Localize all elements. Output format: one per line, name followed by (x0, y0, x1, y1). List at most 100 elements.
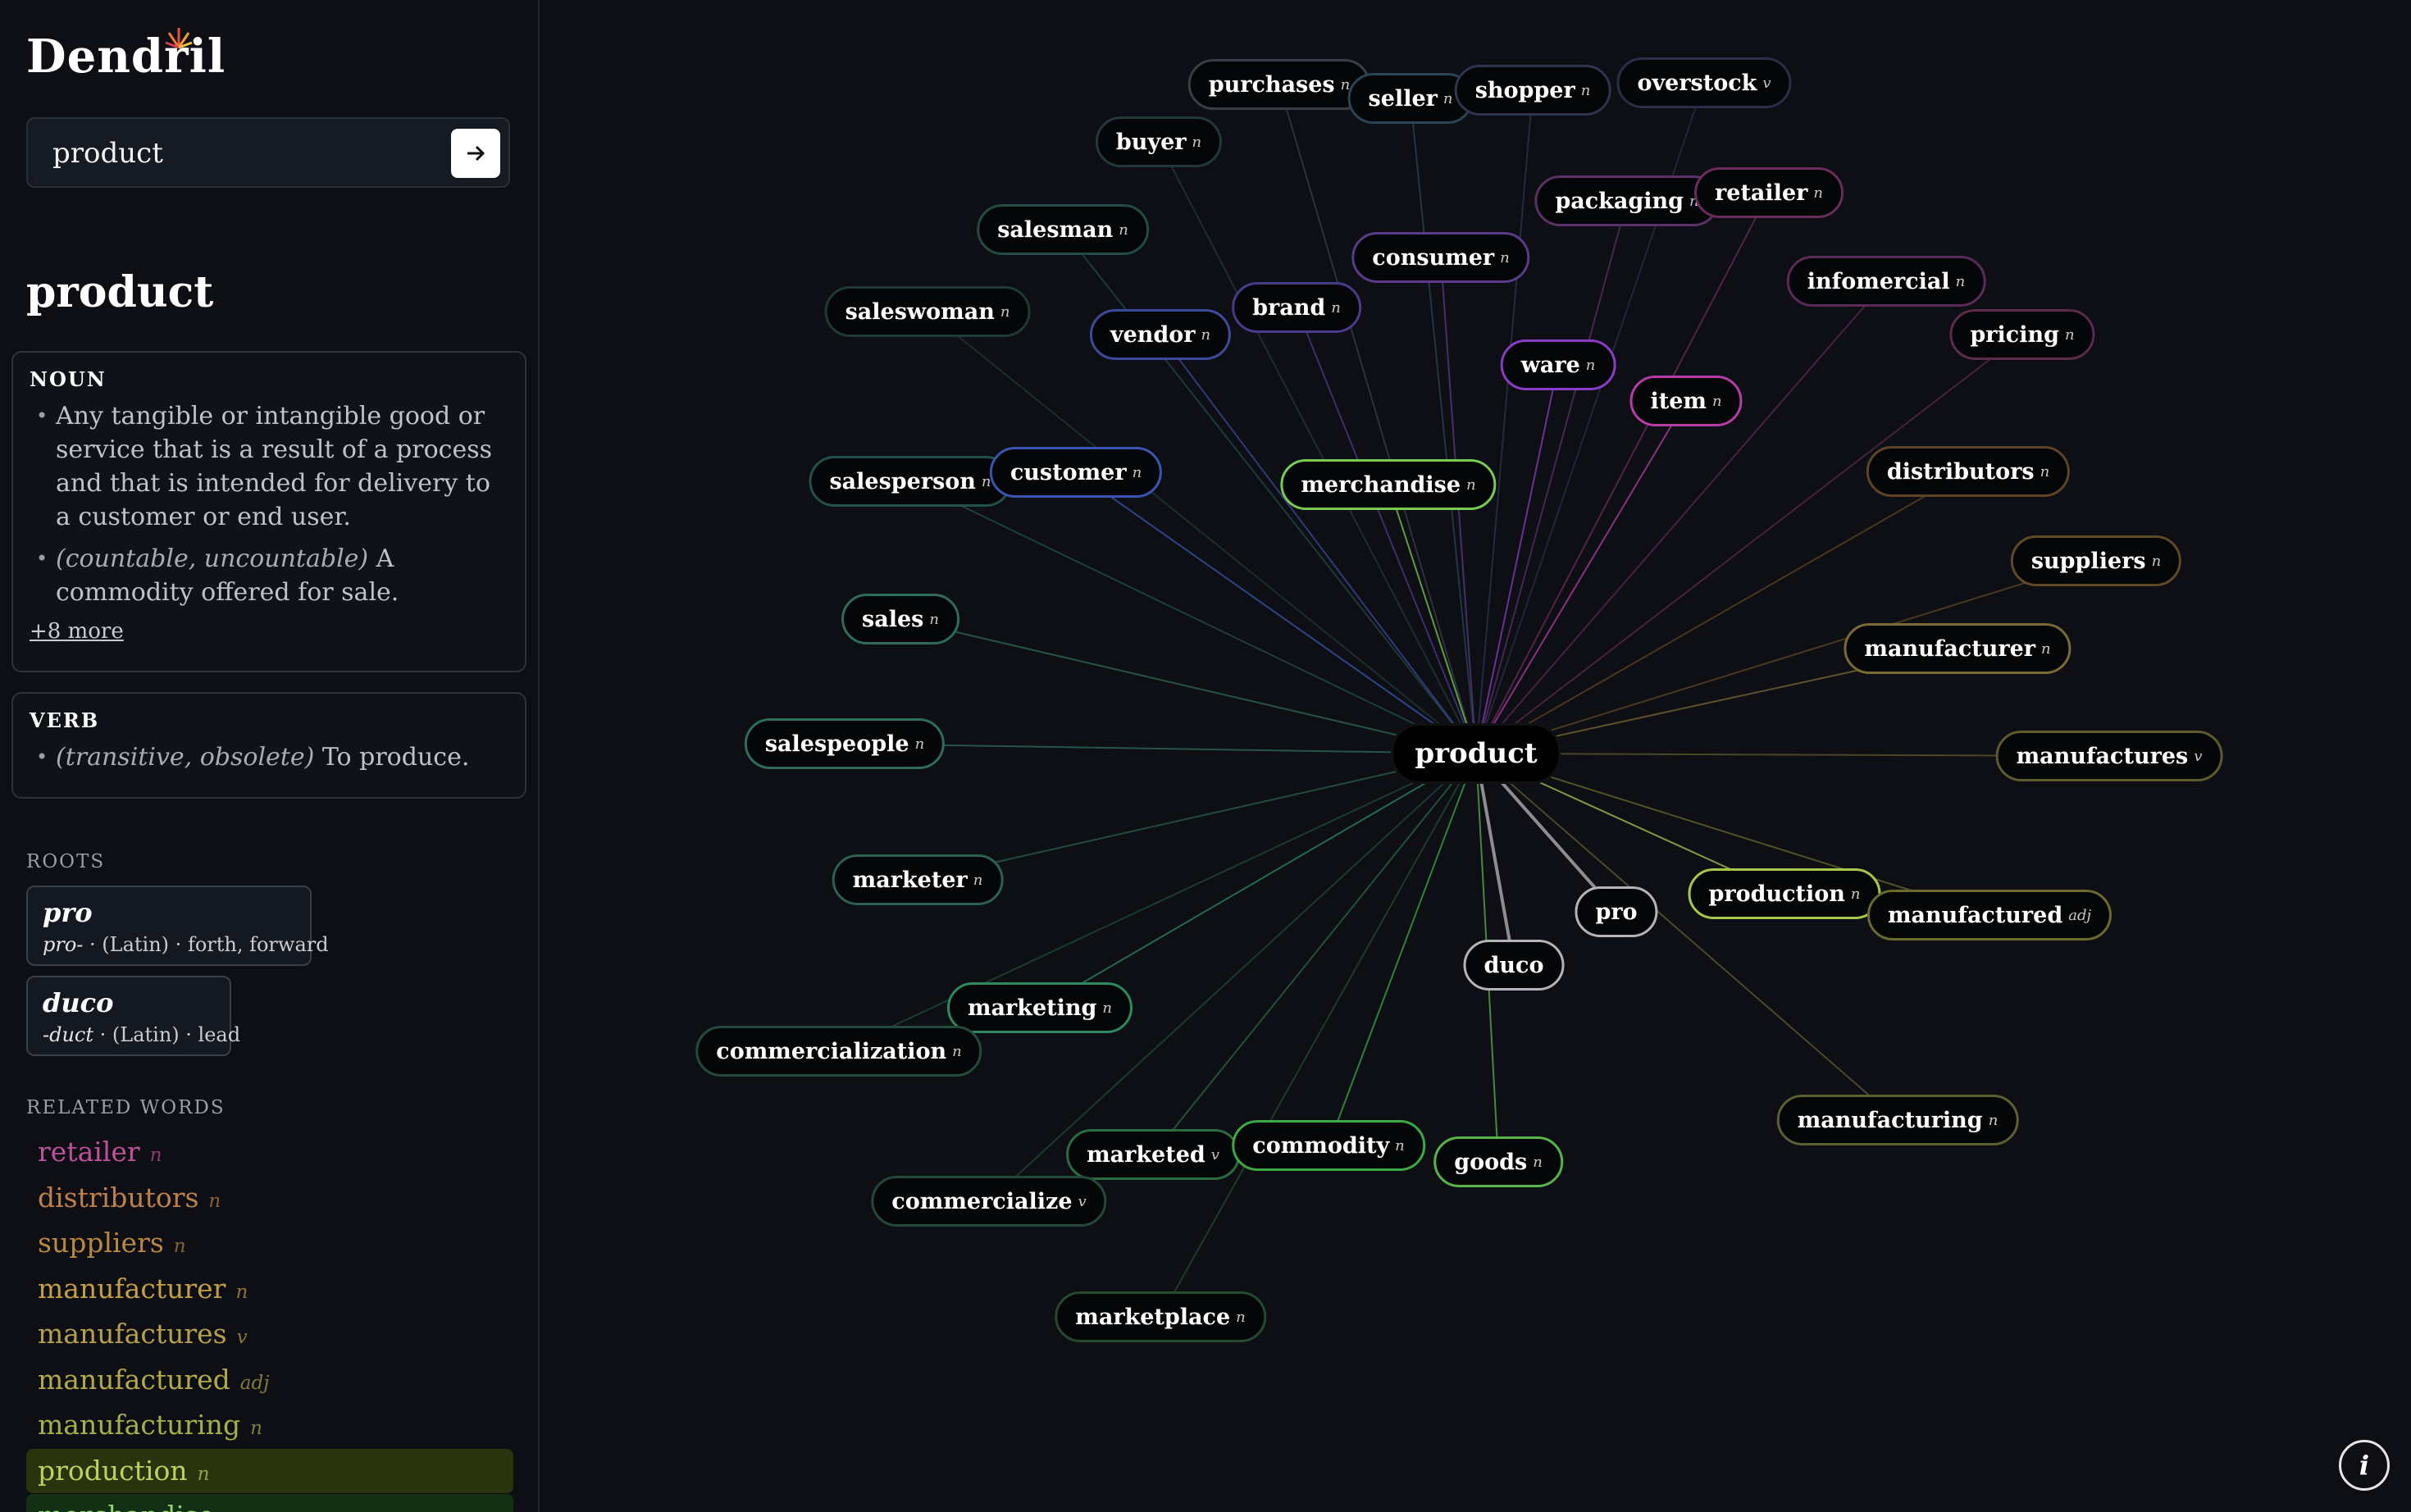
graph-node[interactable]: salesperson n (809, 456, 1012, 507)
related-word: manufacturer (38, 1272, 226, 1305)
related-word-item[interactable]: retailer n (26, 1130, 513, 1174)
graph-edge (1278, 84, 1477, 754)
app-logo[interactable]: Dendril (26, 30, 226, 84)
pos-label: NOUN (30, 367, 107, 391)
graph-node[interactable]: commercialize v (871, 1176, 1107, 1227)
root-name: duco (43, 987, 114, 1018)
definition-item: Any tangible or intangible good or servi… (30, 399, 508, 534)
graph-edge (1475, 753, 1898, 1121)
root-meta: -duct · (Latin) · lead (43, 1023, 241, 1046)
graph-node[interactable]: pricing n (1949, 309, 2095, 360)
related-word-item[interactable]: manufacturing n (26, 1403, 513, 1447)
graph-node[interactable]: salesman n (977, 204, 1149, 255)
node-part-of-speech: n (1395, 1136, 1405, 1154)
definition-item: (countable, uncountable) A commodity off… (30, 542, 508, 609)
graph-node[interactable]: sales n (841, 594, 959, 644)
graph-node[interactable]: vendor n (1089, 309, 1232, 360)
graph-node[interactable]: pro (1575, 886, 1658, 937)
graph-center-node[interactable]: product (1391, 723, 1561, 784)
node-word: seller (1368, 85, 1438, 112)
node-word: merchandise (1301, 471, 1461, 498)
related-word-item[interactable]: suppliers n (26, 1221, 513, 1265)
graph-node[interactable]: marketing n (946, 982, 1133, 1033)
graph-node[interactable]: commodity n (1232, 1120, 1425, 1171)
graph-node[interactable]: commercialization n (695, 1026, 982, 1077)
word-graph: product purchases n seller n shopper n oversto… (540, 0, 2411, 1512)
graph-node[interactable]: purchases n (1187, 59, 1371, 110)
graph-edge (1475, 334, 2023, 754)
node-word: overstock (1637, 70, 1757, 96)
root-card-pro[interactable]: pro pro- · (Latin) · forth, forward (26, 886, 329, 966)
graph-node[interactable]: packaging n (1534, 175, 1720, 226)
graph-node[interactable]: merchandise n (1280, 459, 1497, 510)
graph-node[interactable]: overstock v (1616, 57, 1792, 108)
related-word: production (38, 1454, 188, 1487)
definition-qualifier: (countable, uncountable) (56, 544, 369, 573)
definition-text: To produce. (321, 743, 470, 772)
root-card-duco[interactable]: duco -duct · (Latin) · lead (26, 976, 241, 1056)
node-part-of-speech: n (1585, 356, 1596, 374)
node-word: consumer (1372, 244, 1495, 271)
graph-node[interactable]: item n (1629, 376, 1743, 426)
graph-edge (1475, 400, 1687, 754)
graph-node[interactable]: production n (1688, 868, 1881, 919)
graph-node[interactable]: distributors n (1866, 446, 2071, 497)
graph-node[interactable]: ware n (1500, 339, 1616, 390)
node-word: production (1708, 881, 1845, 907)
node-word: marketer (852, 867, 968, 893)
related-word: manufactures (38, 1318, 227, 1350)
part-of-speech: n (197, 1463, 210, 1485)
node-word: purchases (1208, 71, 1335, 98)
graph-node[interactable]: infomercial n (1786, 256, 1986, 307)
graph-node[interactable]: manufacturer n (1844, 623, 2071, 674)
graph-node[interactable]: duco (1463, 940, 1565, 991)
graph-node[interactable]: manufactures v (1995, 731, 2223, 781)
related-word-item[interactable]: production n (26, 1448, 513, 1493)
graph-node[interactable]: suppliers n (2010, 535, 2182, 586)
related-word-item[interactable]: distributors n (26, 1176, 513, 1220)
search-submit-button[interactable] (451, 129, 500, 178)
node-word: manufactured (1887, 902, 2063, 928)
related-word: distributors (38, 1181, 199, 1214)
related-word-item[interactable]: merchandise n (26, 1494, 513, 1512)
graph-node[interactable]: seller n (1347, 73, 1474, 124)
graph-node[interactable]: consumer n (1351, 232, 1530, 283)
graph-node[interactable]: salespeople n (744, 718, 946, 769)
more-senses-link[interactable]: +8 more (30, 619, 124, 644)
node-part-of-speech: n (1813, 184, 1823, 202)
node-word: salespeople (764, 731, 909, 757)
node-word: commercialization (716, 1038, 947, 1064)
search-input[interactable] (51, 132, 448, 175)
root-meta: pro- · (Latin) · forth, forward (43, 933, 329, 956)
graph-edge (1160, 753, 1477, 1318)
related-word-item[interactable]: manufacturer n (26, 1267, 513, 1311)
graph-node[interactable]: buyer n (1095, 116, 1223, 167)
part-of-speech: n (224, 1509, 236, 1512)
related-word-item[interactable]: manufactured adj (26, 1358, 513, 1402)
node-word: packaging (1555, 188, 1684, 214)
node-word: pricing (1970, 321, 2059, 348)
graph-node[interactable]: marketer n (832, 854, 1004, 905)
graph-node[interactable]: retailer n (1694, 167, 1844, 218)
related-word: manufactured (38, 1363, 230, 1396)
node-part-of-speech: adj (2068, 906, 2092, 924)
node-part-of-speech: n (2151, 552, 2162, 570)
graph-node[interactable]: shopper n (1454, 65, 1611, 116)
graph-node[interactable]: manufacturing n (1776, 1095, 2019, 1145)
node-part-of-speech: n (1955, 272, 1966, 290)
graph-node[interactable]: saleswoman n (824, 286, 1031, 337)
graph-node[interactable]: marketplace n (1055, 1291, 1266, 1342)
node-part-of-speech: v (1762, 74, 1771, 92)
info-button[interactable]: i (2339, 1440, 2390, 1491)
part-of-speech: n (208, 1190, 221, 1212)
related-word-item[interactable]: manufactures v (26, 1312, 513, 1356)
graph-node[interactable]: marketed v (1066, 1129, 1240, 1180)
node-part-of-speech: n (1132, 463, 1142, 481)
graph-node[interactable]: goods n (1433, 1136, 1563, 1187)
graph-node[interactable]: manufactured adj (1866, 890, 2112, 940)
graph-edge (1075, 471, 1477, 754)
graph-node[interactable]: customer n (989, 447, 1163, 498)
graph-node[interactable]: brand n (1232, 282, 1361, 333)
node-word: marketplace (1075, 1304, 1231, 1330)
verb-definitions: VERB (transitive, obsolete) To produce. (11, 692, 526, 799)
